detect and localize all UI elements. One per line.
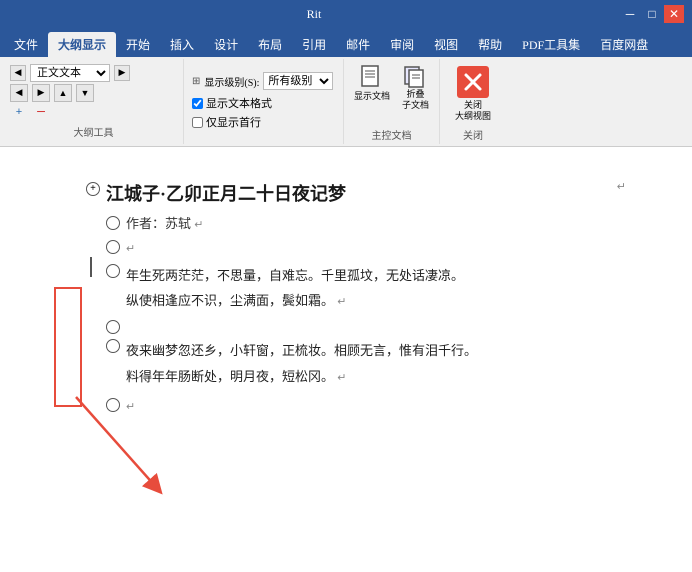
minimize-button[interactable]: ─ bbox=[620, 5, 640, 23]
display-level-label: 显示级别(S): bbox=[204, 74, 259, 89]
collapse-subdoc-button[interactable]: 折叠子文档 bbox=[398, 61, 433, 113]
show-doc-button[interactable]: 显示文档 bbox=[350, 61, 394, 113]
arrow-row: ◀ ▶ ▲ ▼ bbox=[10, 84, 177, 102]
collapse-button[interactable]: ─ bbox=[32, 104, 50, 120]
maximize-button[interactable]: □ bbox=[642, 5, 662, 23]
nav-right-button[interactable]: ▶ bbox=[114, 65, 130, 81]
show-first-line-row: 仅显示首行 bbox=[192, 114, 335, 130]
title-text: 江城子·乙卯正月二十日夜记梦 bbox=[106, 180, 617, 209]
tab-help[interactable]: 帮助 bbox=[468, 32, 512, 57]
demote-button[interactable]: ▶ bbox=[32, 84, 50, 102]
close-outline-icon bbox=[457, 66, 489, 98]
tab-pdf[interactable]: PDF工具集 bbox=[512, 32, 590, 57]
tab-baidu[interactable]: 百度网盘 bbox=[590, 32, 658, 57]
collapse-subdoc-icon bbox=[403, 63, 429, 89]
display-options-group: ⊞ 显示级别(S): 所有级别 1级 2级 显示文本格式 仅显示首行 bbox=[184, 59, 344, 144]
title-item: 江城子·乙卯正月二十日夜记梦 ↵ bbox=[76, 180, 626, 209]
empty-bullet-2[interactable] bbox=[106, 320, 120, 334]
tab-home[interactable]: 开始 bbox=[116, 32, 160, 57]
stanza1-return: ↵ bbox=[337, 296, 346, 308]
title-text: Rit bbox=[8, 7, 620, 22]
close-button[interactable]: ✕ bbox=[664, 5, 684, 23]
subdoc-top: 显示文档 折叠子文档 bbox=[350, 61, 433, 113]
outline-level-group: ◀ 正文文本 1级 2级 3级 ▶ ◀ ▶ ▲ ▼ + ─ 大纲工具 bbox=[4, 59, 184, 144]
doc-page: 江城子·乙卯正月二十日夜记梦 ↵ 作者：苏轼 ↵ ↵ 年生死两茫茫，不思量，自难… bbox=[36, 157, 656, 537]
promote-button[interactable]: ◀ bbox=[10, 84, 28, 102]
ribbon-toolbar: ◀ 正文文本 1级 2级 3级 ▶ ◀ ▶ ▲ ▼ + ─ 大纲工具 ⊞ 显示级… bbox=[0, 57, 692, 147]
document-body: 江城子·乙卯正月二十日夜记梦 ↵ 作者：苏轼 ↵ ↵ 年生死两茫茫，不思量，自难… bbox=[0, 147, 692, 572]
show-text-format-row: 显示文本格式 bbox=[192, 95, 335, 111]
ribbon-tabs: 文件 大纲显示 开始 插入 设计 布局 引用 邮件 审阅 视图 帮助 PDF工具… bbox=[0, 28, 692, 57]
show-first-line-checkbox[interactable] bbox=[192, 117, 203, 128]
tab-mail[interactable]: 邮件 bbox=[336, 32, 380, 57]
final-text: ↵ bbox=[126, 396, 626, 417]
show-first-line-label: 仅显示首行 bbox=[206, 114, 261, 130]
nav-left-button[interactable]: ◀ bbox=[10, 65, 26, 81]
expand-row: + ─ bbox=[10, 104, 177, 120]
tab-references[interactable]: 引用 bbox=[292, 32, 336, 57]
author-return: ↵ bbox=[194, 219, 203, 231]
master-doc-label: 主控文档 bbox=[372, 127, 412, 142]
tab-file[interactable]: 文件 bbox=[4, 32, 48, 57]
author-item: 作者：苏轼 ↵ bbox=[76, 214, 626, 235]
outline-tools-label: 大纲工具 bbox=[10, 124, 177, 139]
close-outline-label: 关闭大纲视图 bbox=[455, 100, 491, 122]
expand-button[interactable]: + bbox=[10, 104, 28, 120]
final-empty-item: ↵ bbox=[76, 396, 626, 417]
stanza2-item: 夜来幽梦忽还乡，小轩窗，正梳妆。相顾无言，惟有泪千行。 料得年年肠断处，明月夜，… bbox=[76, 337, 626, 390]
title-bar: Rit ─ □ ✕ bbox=[0, 0, 692, 28]
stanza1-bullet[interactable] bbox=[106, 264, 120, 278]
show-text-format-checkbox[interactable] bbox=[192, 98, 203, 109]
tab-layout[interactable]: 布局 bbox=[248, 32, 292, 57]
close-label: 关闭 bbox=[463, 127, 483, 142]
show-doc-icon bbox=[359, 63, 385, 89]
move-down-button[interactable]: ▼ bbox=[76, 84, 94, 102]
empty-text-1: ↵ bbox=[126, 238, 626, 259]
stanza2-text: 夜来幽梦忽还乡，小轩窗，正梳妆。相顾无言，惟有泪千行。 料得年年肠断处，明月夜，… bbox=[126, 337, 626, 390]
collapse-subdoc-label: 折叠子文档 bbox=[402, 89, 429, 111]
level-select[interactable]: 正文文本 1级 2级 3级 bbox=[30, 64, 110, 82]
margin-indicator bbox=[90, 257, 92, 277]
tab-review[interactable]: 审阅 bbox=[380, 32, 424, 57]
display-level-icon-row: ⊞ 显示级别(S): 所有级别 1级 2级 bbox=[192, 72, 335, 90]
title-return: ↵ bbox=[617, 180, 626, 193]
stanza2-line2: 料得年年肠断处，明月夜，短松冈。 ↵ bbox=[126, 365, 626, 389]
empty-bullet-1[interactable] bbox=[106, 240, 120, 254]
author-text: 作者：苏轼 ↵ bbox=[126, 214, 626, 235]
move-up-button[interactable]: ▲ bbox=[54, 84, 72, 102]
display-level-select[interactable]: 所有级别 1级 2级 bbox=[263, 72, 333, 90]
stanza1-text: 年生死两茫茫，不思量，自难忘。千里孤坟，无处话凄凉。 纵使相逢应不识，尘满面，鬓… bbox=[126, 262, 626, 315]
level-nav-row: ◀ 正文文本 1级 2级 3级 ▶ bbox=[10, 64, 177, 82]
title-bullet[interactable] bbox=[86, 182, 100, 196]
show-text-format-label: 显示文本格式 bbox=[206, 95, 272, 111]
stanza1-line1: 年生死两茫茫，不思量，自难忘。千里孤坟，无处话凄凉。 bbox=[126, 264, 626, 287]
display-options-icon: ⊞ bbox=[192, 76, 200, 87]
final-bullet[interactable] bbox=[106, 398, 120, 412]
close-outline-button[interactable]: 关闭大纲视图 bbox=[446, 61, 500, 127]
author-bullet[interactable] bbox=[106, 216, 120, 230]
tab-insert[interactable]: 插入 bbox=[160, 32, 204, 57]
empty-line-1: ↵ bbox=[76, 238, 626, 259]
stanza2-bullet[interactable] bbox=[106, 339, 120, 353]
close-group: 关闭大纲视图 关闭 bbox=[440, 59, 506, 144]
title-controls: ─ □ ✕ bbox=[620, 5, 684, 23]
stanza1-line2: 纵使相逢应不识，尘满面，鬓如霜。 ↵ bbox=[126, 289, 626, 313]
subdoc-group: 显示文档 折叠子文档 主控文档 bbox=[344, 59, 440, 144]
empty-line-2 bbox=[76, 318, 626, 334]
stanza1-item: 年生死两茫茫，不思量，自难忘。千里孤坟，无处话凄凉。 纵使相逢应不识，尘满面，鬓… bbox=[76, 262, 626, 315]
stanza2-return: ↵ bbox=[337, 372, 346, 384]
tab-outline[interactable]: 大纲显示 bbox=[48, 32, 116, 57]
show-doc-label: 显示文档 bbox=[354, 89, 390, 102]
tab-view[interactable]: 视图 bbox=[424, 32, 468, 57]
tab-design[interactable]: 设计 bbox=[204, 32, 248, 57]
stanza2-line1: 夜来幽梦忽还乡，小轩窗，正梳妆。相顾无言，惟有泪千行。 bbox=[126, 339, 626, 362]
